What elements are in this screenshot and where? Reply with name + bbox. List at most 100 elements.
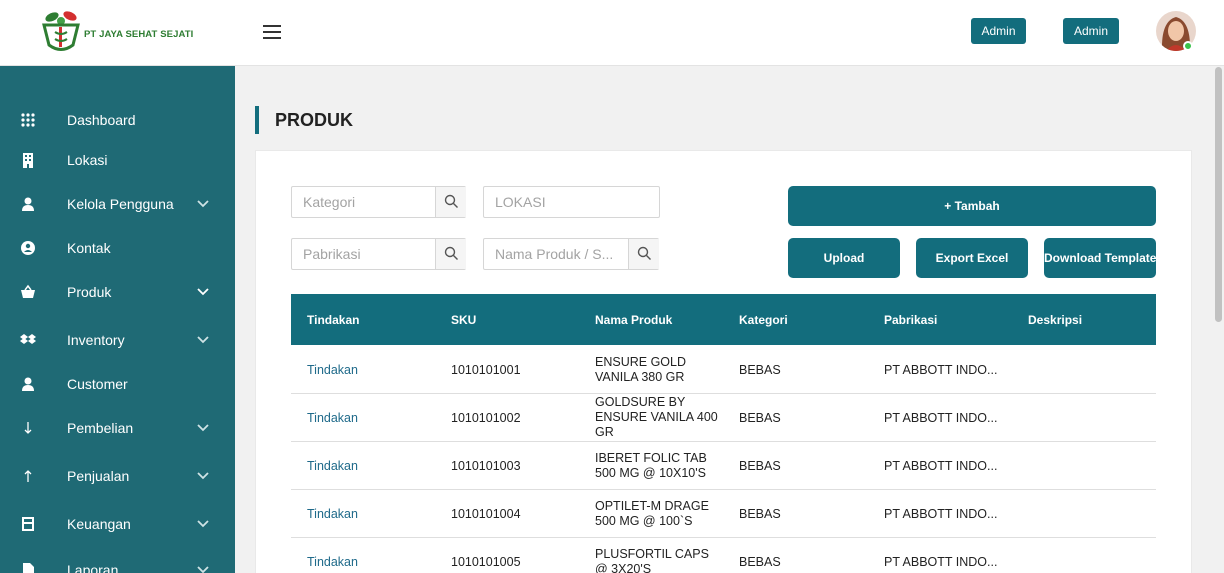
chevron-down-icon <box>197 520 209 528</box>
tindakan-link[interactable]: Tindakan <box>307 363 358 377</box>
pabrikasi-cell: PT ABBOTT INDO... <box>884 459 998 473</box>
pabrikasi-input[interactable] <box>292 239 435 269</box>
table-row: Tindakan 1010101002 GOLDSURE BY ENSURE V… <box>291 394 1156 442</box>
chevron-down-icon <box>197 566 209 573</box>
sku-cell: 1010101005 <box>451 555 521 569</box>
chevron-down-icon <box>197 200 209 208</box>
sidebar-item-label: Customer <box>67 376 128 392</box>
pabrikasi-search-button[interactable] <box>435 239 466 269</box>
user-icon <box>22 377 34 391</box>
file-icon <box>23 563 34 573</box>
kategori-input[interactable] <box>292 187 435 217</box>
admin-button-2[interactable]: Admin <box>1063 18 1119 44</box>
grid-icon <box>21 113 35 127</box>
tindakan-link[interactable]: Tindakan <box>307 555 358 569</box>
sidebar-item-label: Laporan <box>67 562 119 573</box>
column-header-nama-produk[interactable]: Nama Produk <box>595 313 672 327</box>
lokasi-input[interactable] <box>484 187 659 217</box>
table-header: Tindakan SKU Nama Produk Kategori Pabrik… <box>291 294 1156 345</box>
sidebar-item-produk[interactable]: Produk <box>0 272 235 312</box>
kategori-search-button[interactable] <box>435 187 466 217</box>
sidebar-item-kontak[interactable]: Kontak <box>0 228 235 268</box>
search-icon <box>444 246 458 260</box>
column-header-tindakan[interactable]: Tindakan <box>307 313 359 327</box>
nama-produk-filter <box>483 238 659 270</box>
company-name: PT JAYA SEHAT SEJATI <box>84 29 194 40</box>
contact-icon <box>21 241 35 255</box>
nama-produk-cell: PLUSFORTIL CAPS @ 3X20'S <box>595 547 709 573</box>
sidebar-item-dashboard[interactable]: Dashboard <box>0 100 235 140</box>
kategori-cell: BEBAS <box>739 411 781 425</box>
tindakan-link[interactable]: Tindakan <box>307 459 358 473</box>
sidebar-item-lokasi[interactable]: Lokasi <box>0 140 235 180</box>
export-excel-button[interactable]: Export Excel <box>916 238 1028 278</box>
table-row: Tindakan 1010101005 PLUSFORTIL CAPS @ 3X… <box>291 538 1156 573</box>
page-title-accent <box>255 106 259 134</box>
sidebar-item-pembelian[interactable]: Pembelian <box>0 408 235 448</box>
nama-produk-cell: GOLDSURE BY ENSURE VANILA 400 GR <box>595 395 718 439</box>
nama-produk-cell: IBERET FOLIC TAB 500 MG @ 10X10'S <box>595 451 707 480</box>
company-logo[interactable]: PT JAYA SEHAT SEJATI <box>40 8 210 58</box>
arrow-up-icon <box>24 470 32 482</box>
pabrikasi-cell: PT ABBOTT INDO... <box>884 411 998 425</box>
sidebar-item-label: Penjualan <box>67 468 130 484</box>
page-title: PRODUK <box>275 110 354 130</box>
sku-cell: 1010101004 <box>451 507 521 521</box>
tindakan-link[interactable]: Tindakan <box>307 411 358 425</box>
tambah-button[interactable]: + Tambah <box>788 186 1156 226</box>
column-header-deskripsi[interactable]: Deskripsi <box>1028 313 1082 327</box>
top-header: PT JAYA SEHAT SEJATI Admin Admin <box>0 0 1224 66</box>
chevron-down-icon <box>197 472 209 480</box>
nama-produk-input[interactable] <box>484 239 628 269</box>
kategori-cell: BEBAS <box>739 363 781 377</box>
download-template-button[interactable]: Download Template <box>1044 238 1156 278</box>
table-row: Tindakan 1010101004 OPTILET-M DRAGE 500 … <box>291 490 1156 538</box>
sidebar-item-laporan[interactable]: Laporan <box>0 550 235 573</box>
sidebar-item-label: Produk <box>67 284 112 300</box>
nama-produk-cell: ENSURE GOLD VANILA 380 GR <box>595 355 686 384</box>
sku-cell: 1010101002 <box>451 411 521 425</box>
arrow-down-icon <box>24 422 32 434</box>
kategori-cell: BEBAS <box>739 507 781 521</box>
chevron-down-icon <box>197 288 209 296</box>
sidebar-item-label: Lokasi <box>67 152 108 168</box>
column-header-kategori[interactable]: Kategori <box>739 313 788 327</box>
pabrikasi-cell: PT ABBOTT INDO... <box>884 555 998 569</box>
search-icon <box>444 194 458 208</box>
user-icon <box>22 197 34 211</box>
search-icon <box>637 246 651 260</box>
column-header-pabrikasi[interactable]: Pabrikasi <box>884 313 937 327</box>
page-scrollbar-thumb[interactable] <box>1215 67 1222 322</box>
sidebar-item-label: Inventory <box>67 332 125 348</box>
kategori-cell: BEBAS <box>739 459 781 473</box>
sidebar-item-label: Dashboard <box>67 112 136 128</box>
table-row: Tindakan 1010101003 IBERET FOLIC TAB 500… <box>291 442 1156 490</box>
sidebar-item-inventory[interactable]: Inventory <box>0 320 235 360</box>
sidebar: Dashboard Lokasi Kelola Pengguna Kontak … <box>0 66 235 573</box>
pabrikasi-cell: PT ABBOTT INDO... <box>884 507 998 521</box>
dropbox-icon <box>20 334 36 344</box>
sidebar-item-label: Kontak <box>67 240 111 256</box>
nama-produk-search-button[interactable] <box>628 239 659 269</box>
sidebar-item-label: Keuangan <box>67 516 131 532</box>
tindakan-link[interactable]: Tindakan <box>307 507 358 521</box>
building-icon <box>23 153 33 168</box>
sidebar-item-label: Kelola Pengguna <box>67 196 174 212</box>
upload-button[interactable]: Upload <box>788 238 900 278</box>
lokasi-filter <box>483 186 660 218</box>
sidebar-item-label: Pembelian <box>67 420 134 436</box>
sidebar-item-customer[interactable]: Customer <box>0 364 235 404</box>
chevron-down-icon <box>197 424 209 432</box>
online-status-dot <box>1183 41 1193 51</box>
column-header-sku[interactable]: SKU <box>451 313 476 327</box>
sidebar-item-penjualan[interactable]: Penjualan <box>0 456 235 496</box>
kategori-cell: BEBAS <box>739 555 781 569</box>
sidebar-item-keuangan[interactable]: Keuangan <box>0 504 235 544</box>
calculator-icon <box>22 517 34 531</box>
chevron-down-icon <box>197 336 209 344</box>
pabrikasi-cell: PT ABBOTT INDO... <box>884 363 998 377</box>
kategori-filter <box>291 186 466 218</box>
menu-toggle-icon[interactable] <box>263 25 281 39</box>
admin-button-1[interactable]: Admin <box>971 18 1026 44</box>
sidebar-item-kelola-pengguna[interactable]: Kelola Pengguna <box>0 184 235 224</box>
